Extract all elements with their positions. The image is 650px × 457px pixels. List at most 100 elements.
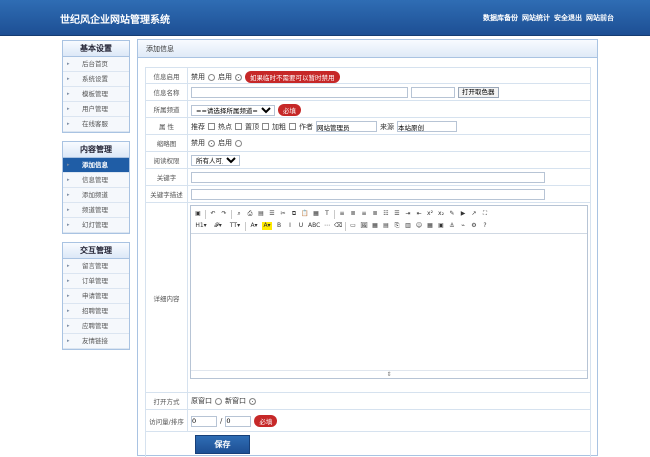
paste-word-icon[interactable]: T: [323, 210, 331, 218]
color-input[interactable]: [411, 87, 455, 98]
sidebar-item-channel-manage[interactable]: 频道管理: [63, 203, 129, 218]
anchor-icon[interactable]: ⚓: [448, 222, 456, 230]
outdent-icon[interactable]: ⇤: [415, 210, 423, 218]
site-front-link[interactable]: 网站前台: [586, 13, 614, 23]
channel-select[interactable]: ==请选择所属频道==: [191, 104, 275, 116]
sidebar-item-orders[interactable]: 订单管理: [63, 274, 129, 289]
source-input[interactable]: [397, 121, 457, 132]
channel-label: 所属频道: [146, 101, 188, 117]
thumbnail-enable-radio[interactable]: [235, 139, 242, 147]
sidebar-item-slides[interactable]: 幻灯管理: [63, 218, 129, 233]
indent-icon[interactable]: ⇥: [404, 210, 412, 218]
description-input[interactable]: [191, 189, 545, 200]
source-icon[interactable]: ▣: [194, 210, 202, 218]
sidebar-item-add-channel[interactable]: 添加频道: [63, 188, 129, 203]
redo-icon[interactable]: ↷: [220, 210, 228, 218]
rich-text-editor[interactable]: ▣ ↶ ↷ ⌕ ⎙ ▤ ☰ ✂ ⧉ 📋 ▦ T ≡ ≣ ≡ ≣ ☷ ☰ ⇥ ⇤ …: [190, 205, 588, 379]
help-icon[interactable]: ?: [481, 222, 489, 230]
visits-row: 访问量/排序 / 必填: [145, 410, 591, 432]
open-new-window-radio[interactable]: [249, 397, 256, 405]
strikethrough-icon[interactable]: ABC: [308, 222, 320, 230]
permission-select[interactable]: 所有人可见: [191, 155, 240, 166]
underline-icon[interactable]: U: [297, 222, 305, 230]
sidebar-item-candidates[interactable]: 应聘管理: [63, 319, 129, 334]
keywords-row: 关键字: [145, 169, 591, 186]
sidebar-item-users[interactable]: 用户管理: [63, 102, 129, 117]
template-icon[interactable]: ▤: [257, 210, 265, 218]
sidebar-item-links[interactable]: 友情链接: [63, 334, 129, 349]
open-old-window-radio[interactable]: [215, 397, 222, 405]
highlight-icon[interactable]: A▾: [262, 222, 272, 230]
hot-checkbox[interactable]: [235, 123, 242, 130]
superscript-icon[interactable]: x²: [426, 210, 434, 218]
code-icon[interactable]: ☰: [268, 210, 276, 218]
media-icon[interactable]: ▦: [371, 222, 379, 230]
logout-link[interactable]: 安全退出: [554, 13, 582, 23]
info-name-input[interactable]: [191, 87, 408, 98]
image-icon[interactable]: 🖼: [360, 222, 368, 230]
color-picker-button[interactable]: 打开取色器: [458, 87, 499, 98]
font-size-icon[interactable]: TT▾: [228, 222, 242, 230]
sidebar-item-recruit[interactable]: 招聘管理: [63, 304, 129, 319]
text-color-icon[interactable]: A▾: [249, 222, 259, 230]
sidebar-item-service[interactable]: 在线客服: [63, 117, 129, 132]
flash-icon[interactable]: ▭: [349, 222, 357, 230]
align-center-icon[interactable]: ≣: [349, 210, 357, 218]
save-button[interactable]: 保存: [195, 435, 250, 454]
bold-icon[interactable]: B: [275, 222, 283, 230]
unlink-icon[interactable]: ⌁: [459, 222, 467, 230]
print-icon[interactable]: ⎙: [246, 210, 254, 218]
author-input[interactable]: [316, 121, 377, 132]
file-icon[interactable]: ▤: [382, 222, 390, 230]
table-icon[interactable]: ▥: [404, 222, 412, 230]
sidebar-item-home[interactable]: 后台首页: [63, 57, 129, 72]
paste-icon[interactable]: 📋: [301, 210, 309, 218]
heading-icon[interactable]: H1▾: [194, 222, 208, 230]
paste-plain-icon[interactable]: ▦: [312, 210, 320, 218]
sidebar-item-messages[interactable]: 留言管理: [63, 259, 129, 274]
site-stats-link[interactable]: 网站统计: [522, 13, 550, 23]
keywords-input[interactable]: [191, 172, 545, 183]
sidebar-item-template[interactable]: 模板管理: [63, 87, 129, 102]
italic-icon[interactable]: I: [286, 222, 294, 230]
ordered-list-icon[interactable]: ☷: [382, 210, 390, 218]
sidebar-item-info-manage[interactable]: 信息管理: [63, 173, 129, 188]
disable-radio[interactable]: [208, 73, 215, 81]
enable-radio[interactable]: [235, 73, 242, 81]
recommend-checkbox[interactable]: [208, 123, 215, 130]
top-checkbox[interactable]: [262, 123, 269, 130]
copy-icon[interactable]: ⧉: [290, 210, 298, 218]
align-right-icon[interactable]: ≡: [360, 210, 368, 218]
map-icon[interactable]: ▦: [426, 222, 434, 230]
sidebar-item-applications[interactable]: 申请管理: [63, 289, 129, 304]
bold-checkbox[interactable]: [289, 123, 296, 130]
undo-icon[interactable]: ↶: [209, 210, 217, 218]
fullscreen-icon[interactable]: ⛶: [481, 210, 489, 218]
emoticon-icon[interactable]: ☺: [415, 222, 423, 230]
cut-icon[interactable]: ✂: [279, 210, 287, 218]
visits-input[interactable]: [191, 415, 217, 427]
font-family-icon[interactable]: 𝓕▾: [211, 222, 225, 230]
page-break-icon[interactable]: ▣: [437, 222, 445, 230]
justify-icon[interactable]: ≣: [371, 210, 379, 218]
preview-icon[interactable]: ⌕: [235, 210, 243, 218]
db-backup-link[interactable]: 数据库备份: [483, 13, 518, 23]
align-left-icon[interactable]: ≡: [338, 210, 346, 218]
editor-content-area[interactable]: [191, 235, 587, 369]
sort-input[interactable]: [225, 415, 252, 427]
line-height-icon[interactable]: ⋯: [323, 222, 331, 230]
settings-icon[interactable]: ⚙: [470, 222, 478, 230]
remove-format-icon[interactable]: ⌫: [334, 222, 342, 230]
attachment-icon[interactable]: ⎘: [393, 222, 401, 230]
select-all-icon[interactable]: ▶: [459, 210, 467, 218]
unordered-list-icon[interactable]: ☰: [393, 210, 401, 218]
sidebar-item-system[interactable]: 系统设置: [63, 72, 129, 87]
brand-title: 世纪风企业网站管理系统: [60, 15, 170, 26]
thumbnail-disable-radio[interactable]: [208, 139, 215, 147]
subscript-icon[interactable]: x₂: [437, 210, 445, 218]
link-icon[interactable]: ↗: [470, 210, 478, 218]
disable-label: 禁用: [191, 73, 205, 81]
clear-format-icon[interactable]: ✎: [448, 210, 456, 218]
sidebar-item-add-info[interactable]: 添加信息: [63, 158, 129, 173]
resize-handle-icon[interactable]: ⇕: [191, 370, 587, 378]
